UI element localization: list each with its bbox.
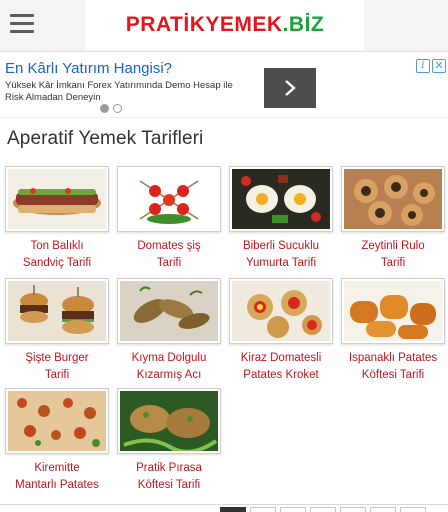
pagination-button[interactable]	[370, 507, 396, 512]
potato-croquette-image	[232, 281, 330, 341]
pagination-button[interactable]	[280, 507, 306, 512]
pagination-button[interactable]	[250, 507, 276, 512]
ad-description: Yüksek Kâr İmkanı Forex Yatırımında Demo…	[5, 80, 233, 103]
recipe-card[interactable]: Kiremitte Mantarlı Patates	[2, 388, 112, 494]
recipe-title[interactable]: Kiremitte Mantarlı Patates	[2, 460, 112, 494]
carousel-dot-2[interactable]	[113, 104, 122, 113]
recipe-thumbnail[interactable]	[341, 166, 445, 232]
recipe-card[interactable]: Zeytinli Rulo Tarifi	[338, 166, 448, 272]
tomato-skewer-image	[120, 169, 218, 229]
recipe-title[interactable]: Ton Balıklı Sandviç Tarifi	[2, 238, 112, 272]
carousel-dot-1[interactable]	[100, 104, 109, 113]
recipe-thumbnail[interactable]	[5, 278, 109, 344]
recipe-title[interactable]: Pratik Pırasa Köftesi Tarifi	[114, 460, 224, 494]
recipe-title[interactable]: Domates şiş Tarifi	[114, 238, 224, 272]
page-title: Aperatif Yemek Tarifleri	[7, 128, 204, 149]
recipe-title[interactable]: Zeytinli Rulo Tarifi	[338, 238, 448, 272]
info-icon[interactable]: i	[416, 59, 430, 73]
site-logo[interactable]: PRATİKYEMEK.BİZ	[86, 0, 364, 50]
recipe-thumbnail[interactable]	[341, 278, 445, 344]
footer-divider	[0, 504, 448, 505]
recipe-thumbnail[interactable]	[229, 166, 333, 232]
recipe-thumbnail[interactable]	[5, 388, 109, 454]
chevron-right-icon	[285, 80, 296, 96]
leek-patty-image	[120, 391, 218, 451]
pagination-button[interactable]	[340, 507, 366, 512]
recipe-thumbnail[interactable]	[5, 166, 109, 232]
mushroom-potato-casserole-image	[8, 391, 106, 451]
hamburger-menu-icon[interactable]	[10, 14, 34, 36]
top-bar: PRATİKYEMEK.BİZ	[0, 0, 448, 52]
recipe-card[interactable]: Kıyma Dolgulu Kızarmış Acı	[114, 278, 224, 384]
close-icon[interactable]: ✕	[432, 59, 446, 73]
recipe-title[interactable]: Kıyma Dolgulu Kızarmış Acı	[114, 350, 224, 384]
recipe-card[interactable]: Pratik Pırasa Köftesi Tarifi	[114, 388, 224, 494]
olive-roll-image	[344, 169, 442, 229]
burger-skewer-image	[8, 281, 106, 341]
recipe-thumbnail[interactable]	[117, 166, 221, 232]
recipe-title[interactable]: Kiraz Domatesli Patates Kroket	[226, 350, 336, 384]
recipe-card[interactable]: Ton Balıklı Sandviç Tarifi	[2, 166, 112, 272]
recipe-card[interactable]: Kiraz Domatesli Patates Kroket	[226, 278, 336, 384]
recipe-card[interactable]: Ispanaklı Patates Köftesi Tarifi	[338, 278, 448, 384]
recipe-title[interactable]: Ispanaklı Patates Köftesi Tarifi	[338, 350, 448, 384]
pagination-button[interactable]	[400, 507, 426, 512]
ad-open-button[interactable]	[264, 68, 316, 108]
pagination-button[interactable]	[310, 507, 336, 512]
carousel-dots	[100, 104, 122, 113]
sausage-egg-image	[232, 169, 330, 229]
pagination-button[interactable]	[220, 507, 246, 512]
ad-banner[interactable]: En Kârlı Yatırım Hangisi? Yüksek Kâr İmk…	[0, 56, 448, 118]
ad-title[interactable]: En Kârlı Yatırım Hangisi?	[5, 60, 172, 77]
recipe-title[interactable]: Biberli Sucuklu Yumurta Tarifi	[226, 238, 336, 272]
tuna-sandwich-image	[8, 169, 106, 229]
recipe-card[interactable]: Domates şiş Tarifi	[114, 166, 224, 272]
recipe-thumbnail[interactable]	[117, 278, 221, 344]
logo-text: PRATİKYEMEK.BİZ	[125, 13, 325, 36]
recipe-card[interactable]: Biberli Sucuklu Yumurta Tarifi	[226, 166, 336, 272]
recipe-thumbnail[interactable]	[229, 278, 333, 344]
stuffed-pepper-image	[120, 281, 218, 341]
spinach-potato-patty-image	[344, 281, 442, 341]
recipe-card[interactable]: Şişte Burger Tarifi	[2, 278, 112, 384]
recipe-thumbnail[interactable]	[117, 388, 221, 454]
recipe-title[interactable]: Şişte Burger Tarifi	[2, 350, 112, 384]
